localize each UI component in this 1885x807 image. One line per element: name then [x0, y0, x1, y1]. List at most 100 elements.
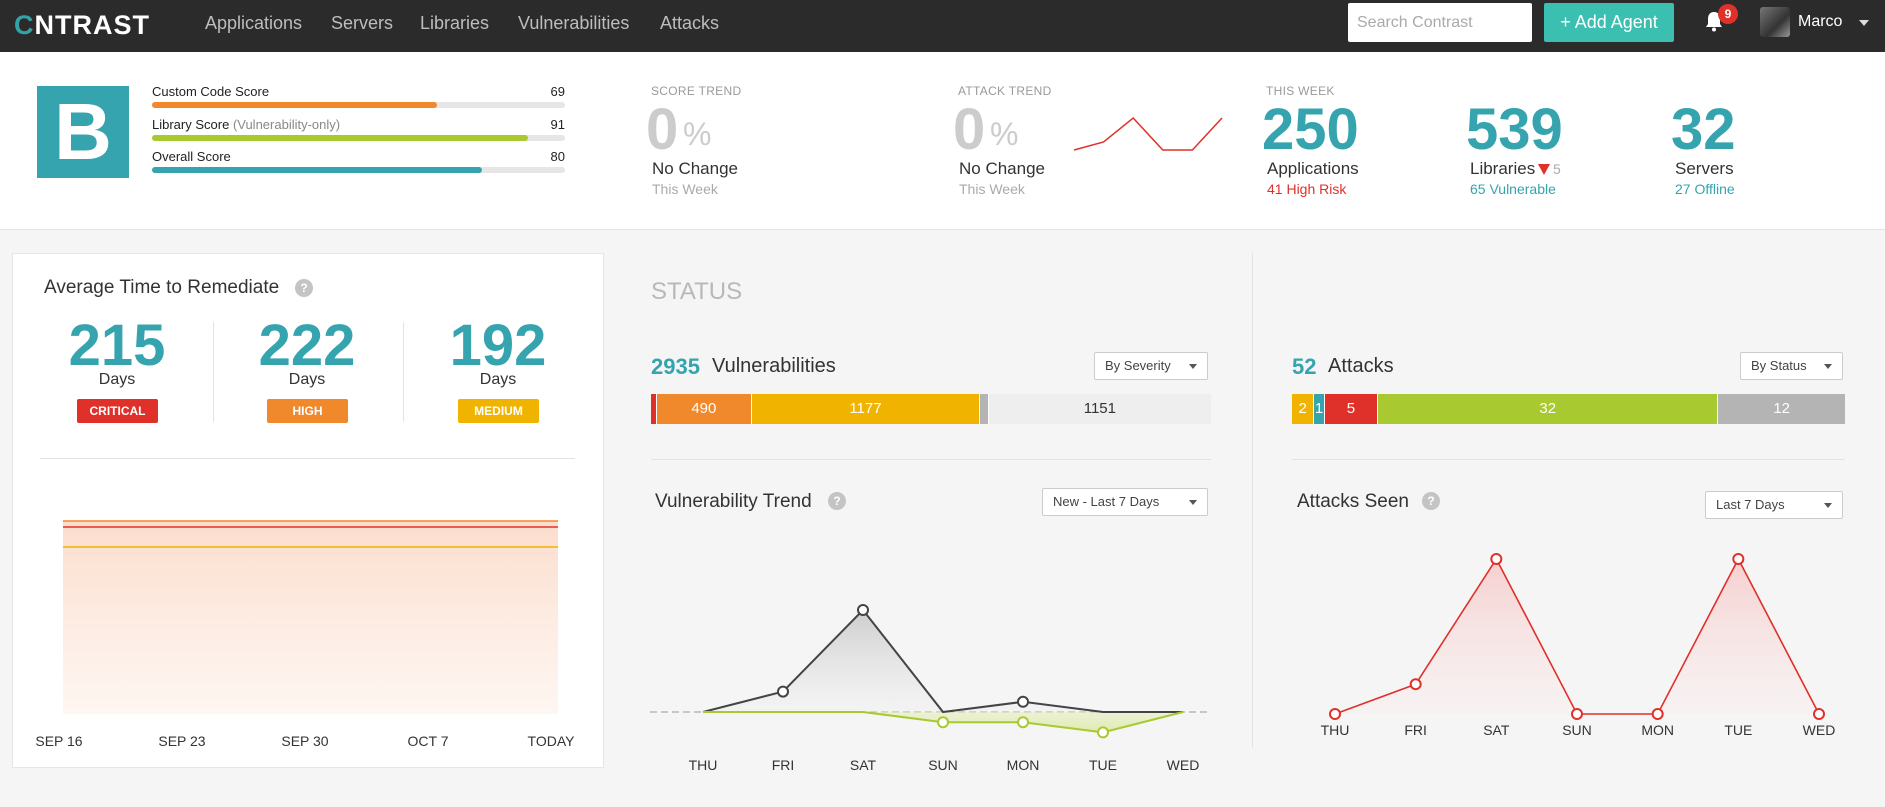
medium-badge: MEDIUM — [458, 399, 539, 423]
attacks-seen-period-dropdown[interactable]: Last 7 Days — [1705, 491, 1843, 519]
attacks-seen-point — [1571, 708, 1583, 720]
attacks-seen-point — [1329, 708, 1341, 720]
remediate-x-label: SEP 16 — [35, 733, 82, 749]
attacks-seen-area — [1335, 559, 1819, 714]
attacks-seen-point — [1409, 678, 1422, 691]
score-trend-change: No Change — [652, 159, 739, 178]
critical-badge: CRITICAL — [77, 399, 158, 423]
chevron-down-icon — [1824, 364, 1832, 369]
help-icon[interactable]: ? — [295, 279, 313, 297]
remediate-card: Average Time to Remediate ? 215 Days CRI… — [12, 253, 604, 768]
attacks-seen-chart: THU FRI SAT SUN MON TUE WED — [1321, 553, 1836, 738]
by-status-dropdown[interactable]: By Status — [1740, 352, 1843, 380]
overall-score-value: 80 — [550, 149, 565, 164]
vulnerability-trend-x-label: THU — [689, 757, 718, 773]
attacks-seen-x-label: SUN — [1562, 722, 1592, 738]
summary-band: B Custom Code Score 69 Library Score (Vu… — [0, 52, 1885, 230]
nav-vulnerabilities[interactable]: Vulnerabilities — [518, 13, 629, 34]
attack-trend-period: This Week — [959, 181, 1025, 197]
medium-days-value: 192 — [449, 313, 547, 378]
nav-applications[interactable]: Applications — [205, 13, 302, 34]
libraries-count[interactable]: 539 — [1466, 96, 1563, 163]
high-days-value: 222 — [258, 313, 356, 378]
servers-count[interactable]: 32 — [1671, 96, 1736, 163]
nav-attacks[interactable]: Attacks — [660, 13, 719, 34]
attack-trend-unit: % — [990, 116, 1019, 152]
attacks-seen-x-label: TUE — [1724, 722, 1752, 738]
search-input[interactable] — [1348, 3, 1532, 42]
vulnerability-trend-title: Vulnerability Trend — [655, 491, 812, 512]
vulnerabilities-count: 2935 — [651, 354, 700, 379]
remediate-title: Average Time to Remediate — [44, 277, 280, 298]
attack-status-segment[interactable]: 12 — [1717, 394, 1845, 424]
attacks-seen-point — [1490, 553, 1503, 565]
by-severity-dropdown[interactable]: By Severity — [1094, 352, 1208, 380]
help-icon[interactable]: ? — [1422, 492, 1440, 510]
libraries-delta: 5 — [1553, 161, 1561, 177]
attacks-seen-title: Attacks Seen — [1297, 491, 1409, 512]
applications-count[interactable]: 250 — [1262, 96, 1359, 163]
top-nav: CNTRAST Applications Servers Libraries V… — [0, 0, 1885, 52]
applications-label[interactable]: Applications — [1267, 159, 1359, 179]
attacks-seen-x-label: THU — [1321, 722, 1350, 738]
vulnerability-severity-segment[interactable]: 1177 — [750, 394, 980, 424]
user-name[interactable]: Marco — [1798, 13, 1842, 31]
custom-code-score-label: Custom Code Score — [152, 84, 270, 99]
attack-trend-sparkline — [1073, 116, 1223, 151]
vulnerability-trend-point — [937, 716, 949, 729]
attack-status-segment[interactable]: 2 — [1292, 394, 1314, 424]
chevron-down-icon — [1824, 503, 1832, 508]
score-trend-unit: % — [683, 116, 712, 152]
medium-days-unit: Days — [479, 371, 517, 388]
custom-code-score-bar — [152, 102, 565, 108]
vulnerability-trend-x-label: FRI — [772, 757, 795, 773]
attacks-seen-point — [1732, 553, 1745, 565]
libraries-label[interactable]: Libraries — [1470, 159, 1535, 179]
attacks-count: 52 — [1292, 354, 1317, 379]
score-trend-period: This Week — [652, 181, 718, 197]
remediate-chart: SEP 16 SEP 23 SEP 30 OCT 7 TODAY — [35, 520, 575, 749]
nav-libraries[interactable]: Libraries — [420, 13, 489, 34]
attack-trend-change: No Change — [959, 159, 1046, 178]
avatar[interactable] — [1760, 7, 1790, 37]
vulnerability-trend-point — [1017, 716, 1029, 729]
vulnerability-trend-x-label: SAT — [850, 757, 877, 773]
overall-score-bar — [152, 167, 565, 173]
vulnerability-trend-point — [857, 604, 869, 616]
attack-trend-sparkline-line — [1073, 116, 1223, 151]
remediate-x-label: SEP 23 — [158, 733, 205, 749]
attacks-seen-x-label: FRI — [1404, 722, 1427, 738]
attacks-seen-point — [1813, 708, 1825, 720]
offline-servers-link[interactable]: 27 Offline — [1675, 181, 1735, 197]
nav-servers[interactable]: Servers — [331, 13, 393, 34]
score-trend-value: 0 — [646, 97, 679, 162]
high-risk-link[interactable]: 41 High Risk — [1267, 181, 1346, 197]
library-score-label: Library Score (Vulnerability-only) — [152, 117, 341, 132]
vulnerability-trend-chart: THU FRI SAT SUN MON TUE WED — [650, 604, 1210, 773]
servers-label[interactable]: Servers — [1675, 159, 1734, 179]
attacks-status-bar[interactable]: 2 1 5 32 12 — [1292, 394, 1845, 424]
vulnerability-trend-x-label: TUE — [1089, 757, 1117, 773]
notification-badge: 9 — [1718, 4, 1738, 24]
critical-days-value: 215 — [68, 313, 166, 378]
contrast-logo[interactable]: CNTRAST — [14, 10, 150, 41]
vulnerability-severity-segment[interactable] — [979, 394, 988, 424]
attack-status-segment[interactable]: 5 — [1323, 394, 1378, 424]
attack-status-segment[interactable]: 1 — [1313, 394, 1324, 424]
user-menu-chevron-down-icon[interactable] — [1859, 20, 1869, 26]
vulnerabilities-label: Vulnerabilities — [712, 355, 836, 377]
chevron-down-icon — [1189, 500, 1197, 505]
add-agent-button[interactable]: + Add Agent — [1544, 3, 1674, 42]
vulnerability-severity-segment[interactable]: 1151 — [987, 394, 1211, 424]
vulnerability-trend-period-dropdown[interactable]: New - Last 7 Days — [1042, 488, 1208, 516]
overall-score-label: Overall Score — [152, 149, 231, 164]
attack-status-segment[interactable]: 32 — [1377, 394, 1718, 424]
help-icon[interactable]: ? — [828, 492, 846, 510]
vulnerabilities-severity-bar[interactable]: 490 1177 1151 — [651, 394, 1211, 424]
high-days-unit: Days — [288, 371, 326, 388]
vulnerable-libraries-link[interactable]: 65 Vulnerable — [1470, 181, 1556, 197]
remediate-area — [63, 520, 558, 714]
vulnerability-severity-segment[interactable]: 490 — [655, 394, 751, 424]
attacks-seen-x-label: WED — [1803, 722, 1836, 738]
attacks-label: Attacks — [1328, 355, 1394, 377]
